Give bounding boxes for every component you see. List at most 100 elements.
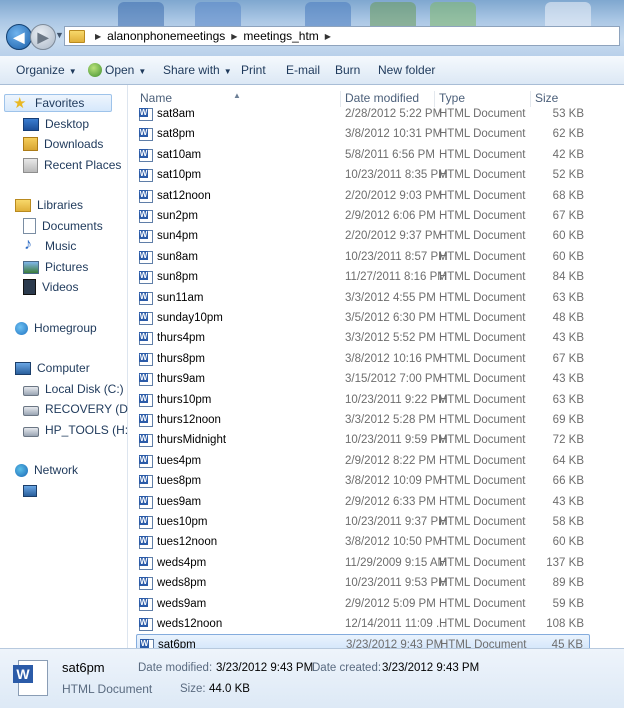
file-type: HTML Document xyxy=(439,291,526,304)
details-file-name: sat6pm xyxy=(62,660,105,675)
column-header-size[interactable]: Size xyxy=(535,91,558,105)
word-document-icon xyxy=(139,250,153,264)
file-date-modified: 3/8/2012 10:09 PM xyxy=(345,475,443,488)
file-row[interactable]: sun11am 3/3/2012 4:55 PMHTML Document 63 K… xyxy=(136,288,590,308)
file-type: HTML Document xyxy=(439,189,526,202)
file-date-modified: 11/27/2011 8:16 PM xyxy=(345,271,447,284)
file-row[interactable]: sun8am 10/23/2011 8:57 PMHTML Document 60 … xyxy=(136,247,590,267)
sidebar-item-recent-places[interactable]: Recent Places xyxy=(23,156,121,174)
file-row[interactable]: tues8pm 3/8/2012 10:09 PMHTML Document 66 … xyxy=(136,471,590,491)
file-row[interactable]: tues4pm 2/9/2012 8:22 PMHTML Document 64 K… xyxy=(136,451,590,471)
sidebar-item-label: Local Disk (C:) xyxy=(45,382,124,396)
file-row[interactable]: sat10pm 10/23/2011 8:35 PMHTML Document 52… xyxy=(136,165,590,185)
column-header-date[interactable]: Date modified xyxy=(345,91,419,105)
file-row[interactable]: thursMidnight 10/23/2011 9:59 PMHTML Docu… xyxy=(136,430,590,450)
sidebar-item-desktop[interactable]: Desktop xyxy=(23,115,89,133)
drive-icon xyxy=(23,386,39,396)
address-bar[interactable]: ▶ alanonphonemeetings ▶ meetings_htm ▶ xyxy=(64,26,620,46)
sidebar-item-computer[interactable]: Computer xyxy=(15,359,90,377)
chevron-right-icon[interactable]: ▶ xyxy=(231,32,237,41)
email-button[interactable]: E-mail xyxy=(286,63,320,77)
file-size: 69 KB xyxy=(552,414,584,426)
chevron-right-icon[interactable]: ▶ xyxy=(95,32,101,41)
new-folder-button[interactable]: New folder xyxy=(378,63,435,77)
sidebar-item-documents[interactable]: Documents xyxy=(23,217,103,235)
file-row[interactable]: weds9am 2/9/2012 5:09 PMHTML Document 59 K… xyxy=(136,594,590,614)
sidebar-item-homegroup[interactable]: Homegroup xyxy=(15,319,97,337)
file-date-modified: 2/20/2012 9:03 PM xyxy=(345,189,443,202)
file-row[interactable]: sun4pm 2/20/2012 9:37 PMHTML Document 60 K… xyxy=(136,226,590,246)
file-name: tues4pm xyxy=(157,454,202,467)
organize-button[interactable]: Organize ▼ xyxy=(16,63,77,77)
file-row[interactable]: thurs8pm 3/8/2012 10:16 PMHTML Document 67… xyxy=(136,349,590,369)
file-name: thurs8pm xyxy=(157,352,205,365)
file-date-modified: 12/14/2011 11:09 ... xyxy=(345,618,446,630)
desktop-icon xyxy=(23,118,39,131)
title-bar: ◀ ▶ ▼ ▶ alanonphonemeetings ▶ meetings_h… xyxy=(0,0,624,56)
file-row[interactable]: thurs12noon 3/3/2012 5:28 PMHTML Document… xyxy=(136,410,590,430)
file-row[interactable]: thurs10pm 10/23/2011 9:22 PMHTML Document… xyxy=(136,390,590,410)
file-row[interactable]: thurs9am 3/15/2012 7:00 PMHTML Document 43… xyxy=(136,369,590,389)
column-header-name[interactable]: Name xyxy=(140,91,172,105)
breadcrumb-item[interactable]: meetings_htm xyxy=(243,29,318,43)
file-size: 45 KB xyxy=(551,639,583,648)
print-button[interactable]: Print xyxy=(241,63,266,77)
breadcrumb-item[interactable]: alanonphonemeetings xyxy=(107,29,225,43)
recent-pages-dropdown[interactable]: ▼ xyxy=(55,30,64,40)
sidebar-item-label: HP_TOOLS (H:) xyxy=(45,423,133,437)
file-type: HTML Document xyxy=(439,230,526,243)
file-type: HTML Document xyxy=(439,169,526,182)
file-row[interactable]: sunday10pm 3/5/2012 6:30 PMHTML Document 4… xyxy=(136,308,590,328)
file-name: sat12noon xyxy=(157,189,211,202)
sidebar-item-label: RECOVERY (D:) xyxy=(45,402,136,416)
file-row[interactable]: weds8pm 10/23/2011 9:53 PMHTML Document 89… xyxy=(136,573,590,593)
back-button[interactable]: ◀ xyxy=(6,24,32,50)
sidebar-item-pictures[interactable]: Pictures xyxy=(23,258,88,276)
file-date-modified: 3/3/2012 5:28 PM xyxy=(345,414,436,426)
downloads-icon xyxy=(23,137,38,151)
details-modified-label: Date modified: xyxy=(138,662,213,674)
open-button[interactable]: Open ▼ xyxy=(88,63,146,77)
burn-button[interactable]: Burn xyxy=(335,63,360,77)
word-document-icon xyxy=(139,516,153,529)
sidebar-item-local-disk[interactable]: Local Disk (C:) xyxy=(23,380,124,398)
file-row[interactable]: sat6pm 3/23/2012 9:43 PMHTML Document 45 K… xyxy=(136,634,590,648)
share-with-button[interactable]: Share with ▼ xyxy=(163,63,232,77)
file-name: sat10am xyxy=(157,148,202,161)
word-document-icon xyxy=(139,373,153,387)
file-row[interactable]: tues12noon 3/8/2012 10:50 PMHTML Document… xyxy=(136,532,590,552)
file-type: HTML Document xyxy=(440,639,527,648)
sidebar-item-favorites[interactable]: Favorites xyxy=(4,94,112,112)
file-type: HTML Document xyxy=(439,495,526,508)
sidebar-item-recovery[interactable]: RECOVERY (D:) xyxy=(23,400,135,418)
sidebar-item-network[interactable]: Network xyxy=(15,461,78,479)
column-header-type[interactable]: Type xyxy=(439,91,465,105)
file-row[interactable]: sat8am 2/28/2012 5:22 PMHTML Document 53 K… xyxy=(136,104,590,124)
file-row[interactable]: weds4pm 11/29/2009 9:15 AMHTML Document 13… xyxy=(136,553,590,573)
word-document-icon xyxy=(139,454,153,468)
share-label: Share with xyxy=(163,63,220,77)
sidebar-item-music[interactable]: Music xyxy=(23,236,76,255)
sidebar-item-videos[interactable]: Videos xyxy=(23,278,78,296)
details-size-label: Size: xyxy=(180,683,206,695)
file-row[interactable]: tues9am 2/9/2012 6:33 PMHTML Document 43 K… xyxy=(136,492,590,512)
file-row[interactable]: sat8pm 3/8/2012 10:31 PMHTML Document 62 K… xyxy=(136,124,590,144)
file-row[interactable]: sat10am 5/8/2011 6:56 PM HTML Document 42 K… xyxy=(136,145,590,165)
star-icon xyxy=(13,94,29,112)
file-row[interactable]: sun8pm 11/27/2011 8:16 PMHTML Document 84 … xyxy=(136,267,590,287)
sidebar-item-label: Downloads xyxy=(44,137,104,151)
sidebar-item-network-pc[interactable] xyxy=(23,482,43,500)
sidebar-item-downloads[interactable]: Downloads xyxy=(23,135,103,153)
file-row[interactable]: sun2pm 2/9/2012 6:06 PMHTML Document 67 KB xyxy=(136,206,590,226)
file-row[interactable]: tues10pm 10/23/2011 9:37 PMHTML Document 5… xyxy=(136,512,590,532)
file-name: weds12noon xyxy=(157,618,223,630)
file-date-modified: 3/5/2012 6:30 PM xyxy=(345,312,436,324)
file-date-modified: 10/23/2011 9:37 PM xyxy=(345,516,448,528)
file-row[interactable]: sat12noon 2/20/2012 9:03 PMHTML Document 6… xyxy=(136,186,590,206)
chevron-right-icon[interactable]: ▶ xyxy=(325,32,331,41)
file-row[interactable]: thurs4pm 3/3/2012 5:52 PMHTML Document 43 … xyxy=(136,328,590,348)
file-row[interactable]: weds12noon 12/14/2011 11:09 ...HTML Docum… xyxy=(136,614,590,634)
sidebar-item-libraries[interactable]: Libraries xyxy=(15,196,83,214)
sidebar-item-hp-tools[interactable]: HP_TOOLS (H:) xyxy=(23,421,132,439)
forward-button[interactable]: ▶ xyxy=(30,24,56,50)
